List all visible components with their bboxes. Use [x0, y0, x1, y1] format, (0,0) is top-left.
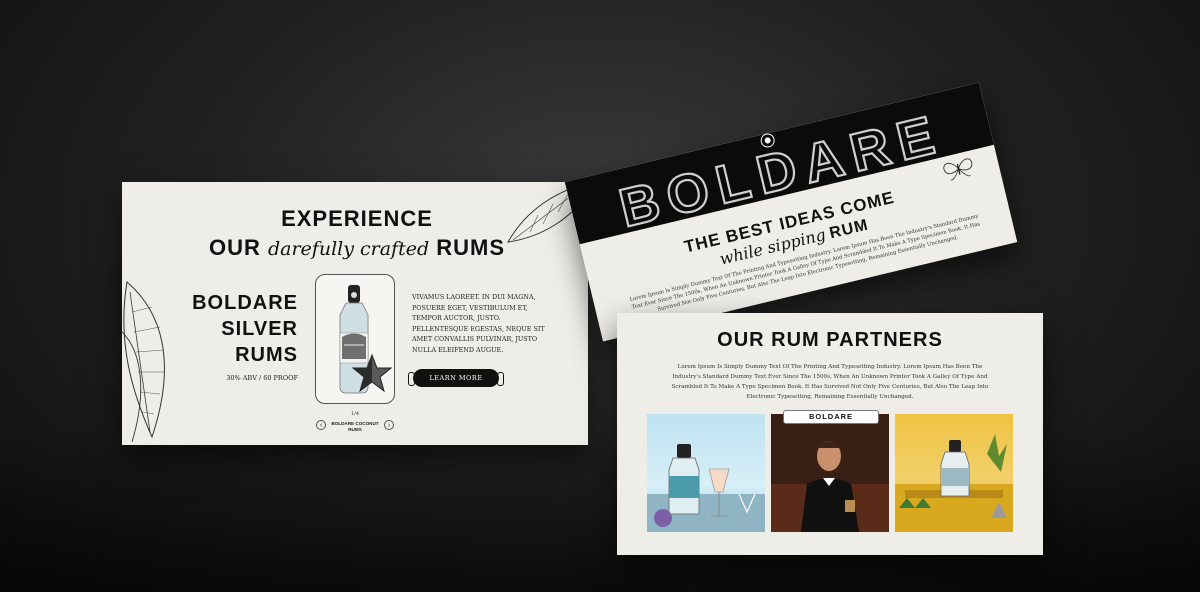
- product-description: VIVAMUS LAOREET. IN DUI MAGNA, POSUERE E…: [412, 293, 545, 354]
- section-title: EXPERIENCE: [281, 206, 433, 231]
- slide-counter: 1/4: [350, 411, 360, 417]
- product-name-line: SILVER: [221, 318, 298, 340]
- bottle-image: [647, 444, 765, 532]
- partners-body-text: Lorem Ipsum Is Simply Dummy Text Of The …: [671, 364, 989, 400]
- rums-showcase-card: EXPERIENCE OUR darefully crafted RUMS BO…: [122, 182, 588, 445]
- product-image-frame[interactable]: [315, 274, 395, 404]
- product-name-line: RUMS: [235, 344, 298, 366]
- learn-more-button[interactable]: LEARN MORE: [408, 369, 504, 387]
- product-name-line: BOLDARE: [192, 292, 298, 314]
- title-word: RUMS: [436, 235, 506, 260]
- partner-image-3[interactable]: [895, 414, 1013, 532]
- title-italic-phrase: darefully crafted: [267, 238, 430, 260]
- hero-banner-card: BOLDARE THE BEST IDEAS COME while sippin…: [564, 82, 1018, 342]
- rum-partners-card: OUR RUM PARTNERS Lorem Ipsum Is Simply D…: [617, 313, 1043, 555]
- partner-lifestyle-image: [895, 434, 1013, 532]
- partner-frame-label: BOLDARE: [783, 410, 879, 424]
- title-word: OUR: [208, 235, 261, 260]
- star-icon: [352, 353, 392, 393]
- partner-portrait-image: [771, 414, 889, 532]
- abv-label: 30% ABV / 60 PROOF: [226, 374, 298, 382]
- product-name: BOLDARE SILVER RUMS: [162, 290, 298, 368]
- partner-image-2[interactable]: [771, 414, 889, 532]
- partner-image-1[interactable]: [647, 414, 765, 532]
- partners-title: OUR RUM PARTNERS: [717, 329, 943, 351]
- next-arrow-button[interactable]: ›: [384, 420, 394, 430]
- section-subtitle: OUR darefully crafted RUMS: [182, 235, 532, 261]
- previous-arrow-button[interactable]: ‹: [316, 420, 326, 430]
- next-product-label[interactable]: BOLDARE COCONUT RUMS: [328, 421, 382, 433]
